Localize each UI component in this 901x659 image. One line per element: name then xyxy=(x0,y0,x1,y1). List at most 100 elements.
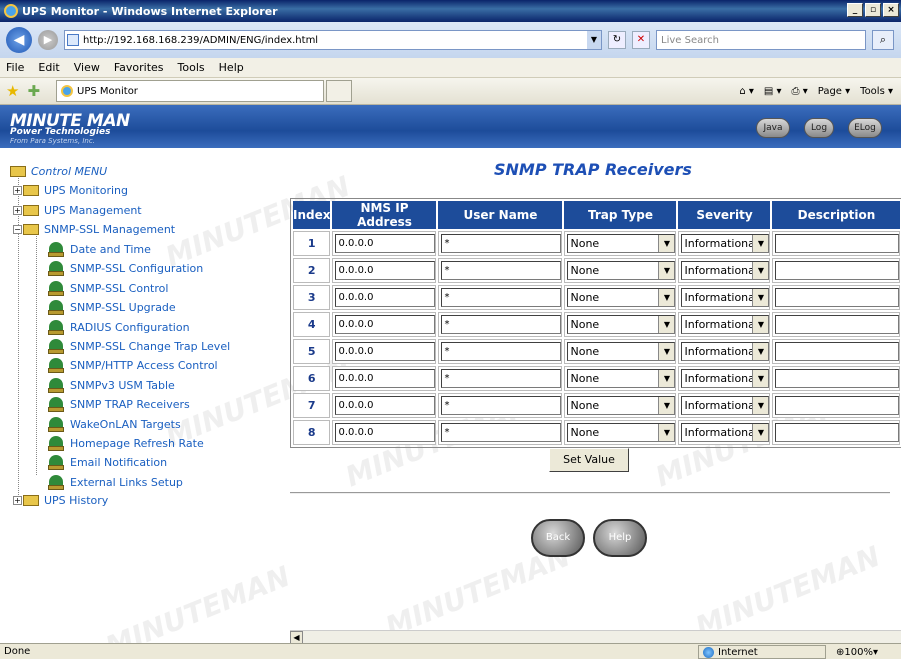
description-input[interactable] xyxy=(775,342,900,361)
maximize-button[interactable]: ▫ xyxy=(865,3,881,17)
expand-icon[interactable]: + xyxy=(13,206,22,215)
menu-group-ups-history[interactable]: + UPS History xyxy=(13,494,108,507)
menu-tools[interactable]: Tools xyxy=(178,61,205,74)
severity-select[interactable]: Informational ▼ xyxy=(681,342,770,361)
favorites-star-icon[interactable]: ★ xyxy=(6,82,19,100)
chevron-down-icon[interactable]: ▼ xyxy=(658,235,675,252)
severity-select[interactable]: Informational ▼ xyxy=(681,369,770,388)
description-input[interactable] xyxy=(775,288,900,307)
horizontal-scrollbar[interactable]: ◀ xyxy=(290,630,901,643)
chevron-down-icon[interactable]: ▼ xyxy=(752,316,769,333)
minimize-button[interactable]: _ xyxy=(847,3,863,17)
menu-group-snmp-ssl-management[interactable]: − SNMP-SSL Management xyxy=(13,223,175,236)
trap-type-select[interactable]: None ▼ xyxy=(567,288,676,307)
help-button[interactable]: Help xyxy=(593,519,647,557)
nms-ip-input[interactable]: 0.0.0.0 xyxy=(335,261,436,280)
chevron-down-icon[interactable]: ▼ xyxy=(658,370,675,387)
elog-button[interactable]: ELog xyxy=(848,118,882,138)
nms-ip-input[interactable]: 0.0.0.0 xyxy=(335,396,436,415)
chevron-down-icon[interactable]: ▼ xyxy=(658,343,675,360)
java-button[interactable]: Java xyxy=(756,118,790,138)
tools-menu[interactable]: Tools ▾ xyxy=(860,86,893,97)
menu-edit[interactable]: Edit xyxy=(38,61,59,74)
menu-item-snmp-ssl-control[interactable]: SNMP-SSL Control xyxy=(48,281,168,296)
menu-view[interactable]: View xyxy=(74,61,100,74)
menu-root[interactable]: Control MENU xyxy=(10,165,107,178)
log-button[interactable]: Log xyxy=(804,118,834,138)
home-icon[interactable]: ⌂ ▾ xyxy=(739,86,754,97)
user-name-input[interactable]: * xyxy=(441,423,562,442)
menu-item-radius-configuration[interactable]: RADIUS Configuration xyxy=(48,320,190,335)
chevron-down-icon[interactable]: ▼ xyxy=(752,235,769,252)
severity-select[interactable]: Informational ▼ xyxy=(681,234,770,253)
refresh-icon[interactable]: ↻ xyxy=(608,31,626,49)
chevron-down-icon[interactable]: ▼ xyxy=(752,343,769,360)
menu-group-ups-management[interactable]: + UPS Management xyxy=(13,204,142,217)
chevron-down-icon[interactable]: ▼ xyxy=(752,424,769,441)
trap-type-select[interactable]: None ▼ xyxy=(567,423,676,442)
trap-type-select[interactable]: None ▼ xyxy=(567,369,676,388)
expand-icon[interactable]: + xyxy=(13,496,22,505)
chevron-down-icon[interactable]: ▼ xyxy=(658,397,675,414)
menu-item-access-control[interactable]: SNMP/HTTP Access Control xyxy=(48,358,218,373)
print-icon[interactable]: ⎙ ▾ xyxy=(792,86,808,97)
user-name-input[interactable]: * xyxy=(441,315,562,334)
set-value-button[interactable]: Set Value xyxy=(549,448,629,472)
address-dropdown-icon[interactable]: ▼ xyxy=(587,31,601,49)
expand-icon[interactable]: + xyxy=(13,186,22,195)
menu-group-ups-monitoring[interactable]: + UPS Monitoring xyxy=(13,184,128,197)
severity-select[interactable]: Informational ▼ xyxy=(681,423,770,442)
severity-select[interactable]: Informational ▼ xyxy=(681,261,770,280)
menu-item-date-time[interactable]: Date and Time xyxy=(48,242,151,257)
trap-type-select[interactable]: None ▼ xyxy=(567,315,676,334)
user-name-input[interactable]: * xyxy=(441,234,562,253)
trap-type-select[interactable]: None ▼ xyxy=(567,234,676,253)
user-name-input[interactable]: * xyxy=(441,261,562,280)
user-name-input[interactable]: * xyxy=(441,342,562,361)
menu-file[interactable]: File xyxy=(6,61,24,74)
user-name-input[interactable]: * xyxy=(441,396,562,415)
back-button[interactable]: Back xyxy=(531,519,585,557)
menu-item-change-trap-level[interactable]: SNMP-SSL Change Trap Level xyxy=(48,339,230,354)
menu-item-refresh-rate[interactable]: Homepage Refresh Rate xyxy=(48,436,204,451)
description-input[interactable] xyxy=(775,261,900,280)
description-input[interactable] xyxy=(775,369,900,388)
search-icon[interactable]: ⌕ xyxy=(872,30,894,50)
menu-item-wakeonlan-targets[interactable]: WakeOnLAN Targets xyxy=(48,417,181,432)
description-input[interactable] xyxy=(775,423,900,442)
chevron-down-icon[interactable]: ▼ xyxy=(658,289,675,306)
menu-favorites[interactable]: Favorites xyxy=(114,61,164,74)
chevron-down-icon[interactable]: ▼ xyxy=(752,397,769,414)
user-name-input[interactable]: * xyxy=(441,369,562,388)
trap-type-select[interactable]: None ▼ xyxy=(567,396,676,415)
back-nav-button[interactable]: ◀ xyxy=(6,27,32,53)
trap-type-select[interactable]: None ▼ xyxy=(567,261,676,280)
page-menu[interactable]: Page ▾ xyxy=(818,86,850,97)
severity-select[interactable]: Informational ▼ xyxy=(681,396,770,415)
nms-ip-input[interactable]: 0.0.0.0 xyxy=(335,423,436,442)
menu-item-usm-table[interactable]: SNMPv3 USM Table xyxy=(48,378,175,393)
severity-select[interactable]: Informational ▼ xyxy=(681,315,770,334)
nms-ip-input[interactable]: 0.0.0.0 xyxy=(335,234,436,253)
feeds-icon[interactable]: ▤ ▾ xyxy=(764,86,782,97)
search-input[interactable]: Live Search xyxy=(656,30,866,50)
zoom-control[interactable]: ⊕ 100% ▾ xyxy=(836,645,900,659)
tab-ups-monitor[interactable]: UPS Monitor xyxy=(56,80,325,102)
trap-type-select[interactable]: None ▼ xyxy=(567,342,676,361)
new-tab-button[interactable] xyxy=(326,80,353,102)
description-input[interactable] xyxy=(775,315,900,334)
chevron-down-icon[interactable]: ▼ xyxy=(658,424,675,441)
close-button[interactable]: × xyxy=(883,3,899,17)
chevron-down-icon[interactable]: ▼ xyxy=(658,262,675,279)
zoom-dropdown-icon[interactable]: ▾ xyxy=(873,647,878,658)
nms-ip-input[interactable]: 0.0.0.0 xyxy=(335,315,436,334)
menu-help[interactable]: Help xyxy=(219,61,244,74)
menu-item-external-links[interactable]: External Links Setup xyxy=(48,475,183,490)
menu-item-email-notification[interactable]: Email Notification xyxy=(48,455,167,470)
chevron-down-icon[interactable]: ▼ xyxy=(752,289,769,306)
chevron-down-icon[interactable]: ▼ xyxy=(658,316,675,333)
stop-icon[interactable]: ✕ xyxy=(632,31,650,49)
security-zone[interactable]: Internet xyxy=(698,645,826,659)
nms-ip-input[interactable]: 0.0.0.0 xyxy=(335,369,436,388)
nms-ip-input[interactable]: 0.0.0.0 xyxy=(335,288,436,307)
